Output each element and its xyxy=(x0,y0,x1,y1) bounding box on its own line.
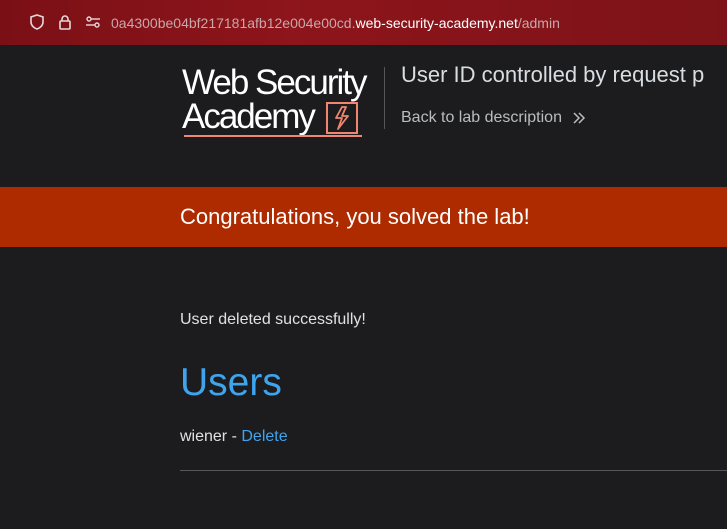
url-host: web-security-academy.net xyxy=(355,15,518,31)
lock-icon[interactable] xyxy=(57,14,73,30)
section-divider xyxy=(180,470,727,471)
url-field[interactable]: 0a4300be04bf217181afb12e004e00cd.web-sec… xyxy=(111,15,560,31)
browser-address-bar: 0a4300be04bf217181afb12e004e00cd.web-sec… xyxy=(0,0,727,46)
shield-icon[interactable] xyxy=(29,14,45,30)
logo-line2: Academy xyxy=(182,97,316,136)
back-link-label: Back to lab description xyxy=(401,109,562,126)
url-path: /admin xyxy=(517,15,560,31)
back-to-lab-link[interactable]: Back to lab description xyxy=(401,109,586,127)
double-chevron-right-icon xyxy=(573,112,586,124)
solved-banner: Congratulations, you solved the lab! xyxy=(0,187,727,247)
status-message: User deleted successfully! xyxy=(180,311,366,328)
url-prefix: 0a4300be04bf217181afb12e004e00cd. xyxy=(111,15,356,31)
logo-line1: Web Security xyxy=(182,63,367,102)
logo-bolt-icon xyxy=(326,102,358,134)
delete-user-link[interactable]: Delete xyxy=(241,428,287,445)
users-heading: Users xyxy=(180,361,282,404)
web-security-academy-logo[interactable]: Web Security Academy xyxy=(182,63,382,138)
user-row: wiener - Delete xyxy=(180,428,288,446)
permissions-icon[interactable] xyxy=(85,14,101,30)
lab-title: User ID controlled by request p xyxy=(401,62,705,87)
user-separator: - xyxy=(227,428,242,445)
logo-underline xyxy=(184,135,362,137)
solved-message: Congratulations, you solved the lab! xyxy=(180,204,530,229)
lab-header: Web Security Academy User ID controlled … xyxy=(0,45,727,187)
header-divider xyxy=(384,67,385,129)
username: wiener xyxy=(180,428,228,445)
